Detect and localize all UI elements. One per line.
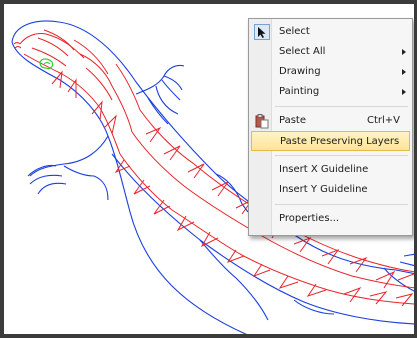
menu-item-insert-y-guideline[interactable]: Insert Y Guideline bbox=[251, 180, 410, 200]
menu-item-label: Insert Y Guideline bbox=[279, 184, 368, 195]
menu-item-painting[interactable]: Painting bbox=[251, 82, 410, 102]
menu-separator bbox=[275, 204, 408, 205]
menu-item-shortcut: Ctrl+V bbox=[366, 115, 400, 126]
menu-separator bbox=[275, 106, 408, 107]
menu-item-paste-preserving-layers[interactable]: Paste Preserving Layers bbox=[251, 131, 410, 151]
menu-item-insert-x-guideline[interactable]: Insert X Guideline bbox=[251, 160, 410, 180]
menu-item-label: Paste bbox=[279, 115, 306, 126]
menu-separator bbox=[275, 155, 408, 156]
select-arrow-icon bbox=[254, 24, 270, 40]
submenu-arrow-icon bbox=[402, 89, 406, 95]
context-menu: Select Select All Drawing Painting Paste bbox=[248, 18, 413, 236]
menu-item-label: Painting bbox=[279, 86, 320, 97]
menu-item-select[interactable]: Select bbox=[251, 22, 410, 42]
menu-item-label: Drawing bbox=[279, 66, 321, 77]
menu-item-label: Insert X Guideline bbox=[279, 164, 369, 175]
menu-item-paste[interactable]: Paste Ctrl+V bbox=[251, 111, 410, 131]
drawing-window: Select Select All Drawing Painting Paste bbox=[0, 0, 417, 338]
menu-item-select-all[interactable]: Select All bbox=[251, 42, 410, 62]
submenu-arrow-icon bbox=[402, 49, 406, 55]
menu-item-label: Paste Preserving Layers bbox=[280, 136, 400, 147]
menu-item-label: Select All bbox=[279, 46, 326, 57]
menu-item-label: Select bbox=[279, 26, 310, 37]
menu-item-drawing[interactable]: Drawing bbox=[251, 62, 410, 82]
menu-item-properties[interactable]: Properties... bbox=[251, 209, 410, 229]
submenu-arrow-icon bbox=[402, 69, 406, 75]
paste-icon bbox=[254, 113, 270, 129]
menu-item-label: Properties... bbox=[279, 213, 340, 224]
